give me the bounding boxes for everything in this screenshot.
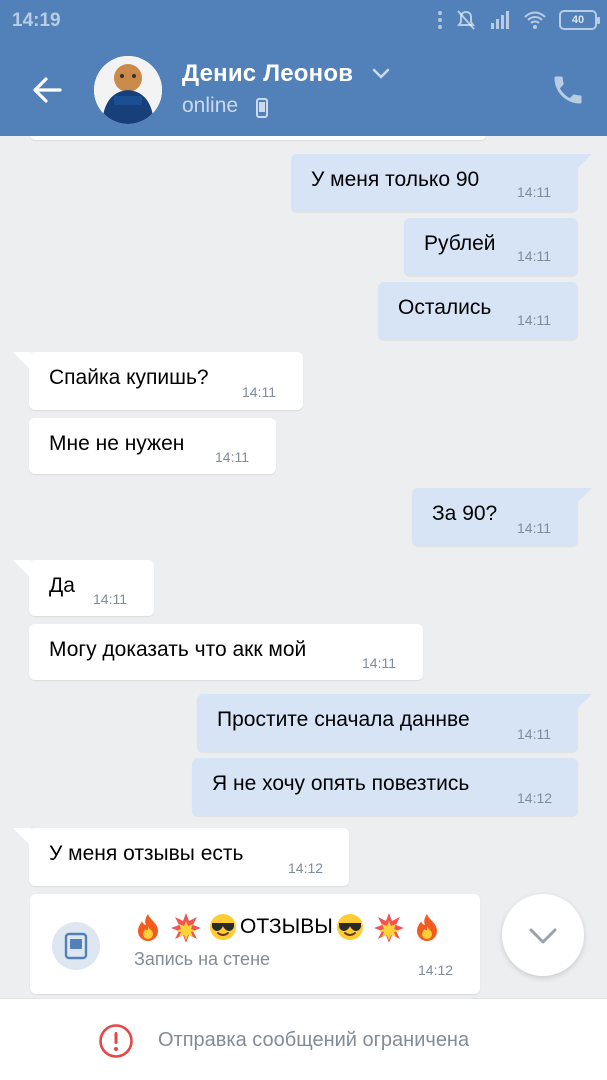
phone-icon: [554, 76, 582, 104]
composer-restricted-bar: Отправка сообщений ограничена: [0, 998, 607, 1080]
message-time: 14:11: [517, 312, 551, 328]
avatar-image: [94, 56, 162, 124]
collision-icon: [373, 913, 404, 942]
call-button[interactable]: [550, 72, 586, 108]
warning-icon: [99, 1024, 133, 1058]
message-bubble-outgoing[interactable]: За 90? 14:11: [412, 488, 592, 546]
contact-status: online: [182, 94, 239, 117]
message-text: Могу доказать что акк мой: [49, 638, 307, 661]
wifi-icon: [524, 11, 546, 29]
message-text: Рублей: [424, 232, 496, 255]
bubble-tail: [13, 828, 31, 846]
message-bubble-outgoing[interactable]: У меня только 90 14:11: [291, 154, 592, 212]
bubble-tail: [13, 560, 31, 578]
message-time: 14:11: [517, 248, 551, 264]
message-bubble-incoming[interactable]: Да 14:11: [13, 560, 154, 616]
message-time: 14:11: [517, 184, 551, 200]
contact-name[interactable]: Денис Леонов: [182, 60, 353, 88]
wall-post-title: ОТЗЫВЫ: [134, 912, 441, 942]
signal-icon: [491, 11, 509, 29]
message-time: 14:11: [517, 520, 551, 536]
scroll-down-button[interactable]: [502, 894, 584, 976]
message-bubble-incoming[interactable]: Могу доказать что акк мой 14:11: [29, 624, 423, 680]
message-time: 14:12: [418, 962, 454, 978]
back-arrow-icon: [33, 77, 62, 103]
sunglasses-face-icon: [210, 914, 236, 940]
bubble-tail: [574, 154, 592, 172]
message-time: 14:12: [517, 790, 553, 806]
bubble-tail: [13, 352, 31, 370]
collision-icon: [171, 913, 201, 942]
wall-post-attachment[interactable]: ОТЗЫВЫ Запись на стене 14:12: [30, 894, 480, 994]
back-button[interactable]: [26, 68, 70, 112]
message-time: 14:11: [93, 591, 127, 607]
chat-header: Денис Леонов online: [0, 44, 607, 136]
message-text: Простите сначала даннве: [217, 708, 470, 731]
message-bubble-incoming[interactable]: Спайка купишь? 14:11: [13, 352, 303, 410]
message-text: Я не хочу опять повезтись: [212, 772, 470, 795]
message-text: Да: [49, 574, 75, 597]
chevron-down-icon: [529, 928, 557, 944]
bubble-tail: [574, 694, 592, 712]
message-bubble-outgoing[interactable]: Остались 14:11: [378, 282, 578, 340]
message-bubble-outgoing[interactable]: Рублей 14:11: [404, 218, 578, 276]
message-time: 14:11: [215, 449, 249, 465]
message-time: 14:11: [517, 726, 551, 742]
message-text: У меня только 90: [311, 168, 480, 191]
message-text: У меня отзывы есть: [49, 842, 244, 865]
message-text: Спайка купишь?: [49, 366, 209, 389]
message-bubble-incoming[interactable]: У меня отзывы есть 14:12: [13, 828, 349, 886]
message-bubble-incoming[interactable]: Мне не нужен 14:11: [29, 418, 276, 474]
wall-post-icon: [52, 922, 100, 970]
message-time: 14:11: [362, 655, 396, 671]
fire-icon: [416, 914, 437, 941]
chevron-down-icon[interactable]: [372, 68, 390, 80]
message-bubble-outgoing[interactable]: Простите сначала даннве 14:11: [197, 694, 592, 752]
status-icons: 40: [437, 9, 600, 31]
mobile-device-icon: [256, 98, 268, 118]
battery-icon: 40: [559, 10, 600, 30]
previous-message-bubble: [30, 136, 486, 140]
mute-icon: [457, 10, 475, 30]
message-time: 14:11: [242, 384, 276, 400]
wall-post-subtitle: Запись на стене: [134, 949, 271, 969]
status-bar: 14:19 40: [0, 0, 607, 44]
avatar[interactable]: [94, 56, 162, 124]
status-time: 14:19: [12, 10, 61, 31]
more-dots-icon: [438, 11, 442, 29]
message-text: За 90?: [432, 502, 498, 525]
restricted-message-text: Отправка сообщений ограничена: [158, 1029, 470, 1051]
fire-icon: [138, 914, 158, 941]
wall-post-title-text: ОТЗЫВЫ: [240, 915, 333, 938]
message-bubble-outgoing[interactable]: Я не хочу опять повезтись 14:12: [192, 758, 578, 816]
message-text: Остались: [398, 296, 492, 319]
message-list[interactable]: У меня только 90 14:11 Рублей 14:11 Оста…: [0, 136, 607, 998]
sunglasses-face-icon: [336, 914, 363, 940]
bubble-tail: [574, 488, 592, 506]
message-text: Мне не нужен: [49, 432, 185, 455]
message-time: 14:12: [288, 860, 324, 876]
